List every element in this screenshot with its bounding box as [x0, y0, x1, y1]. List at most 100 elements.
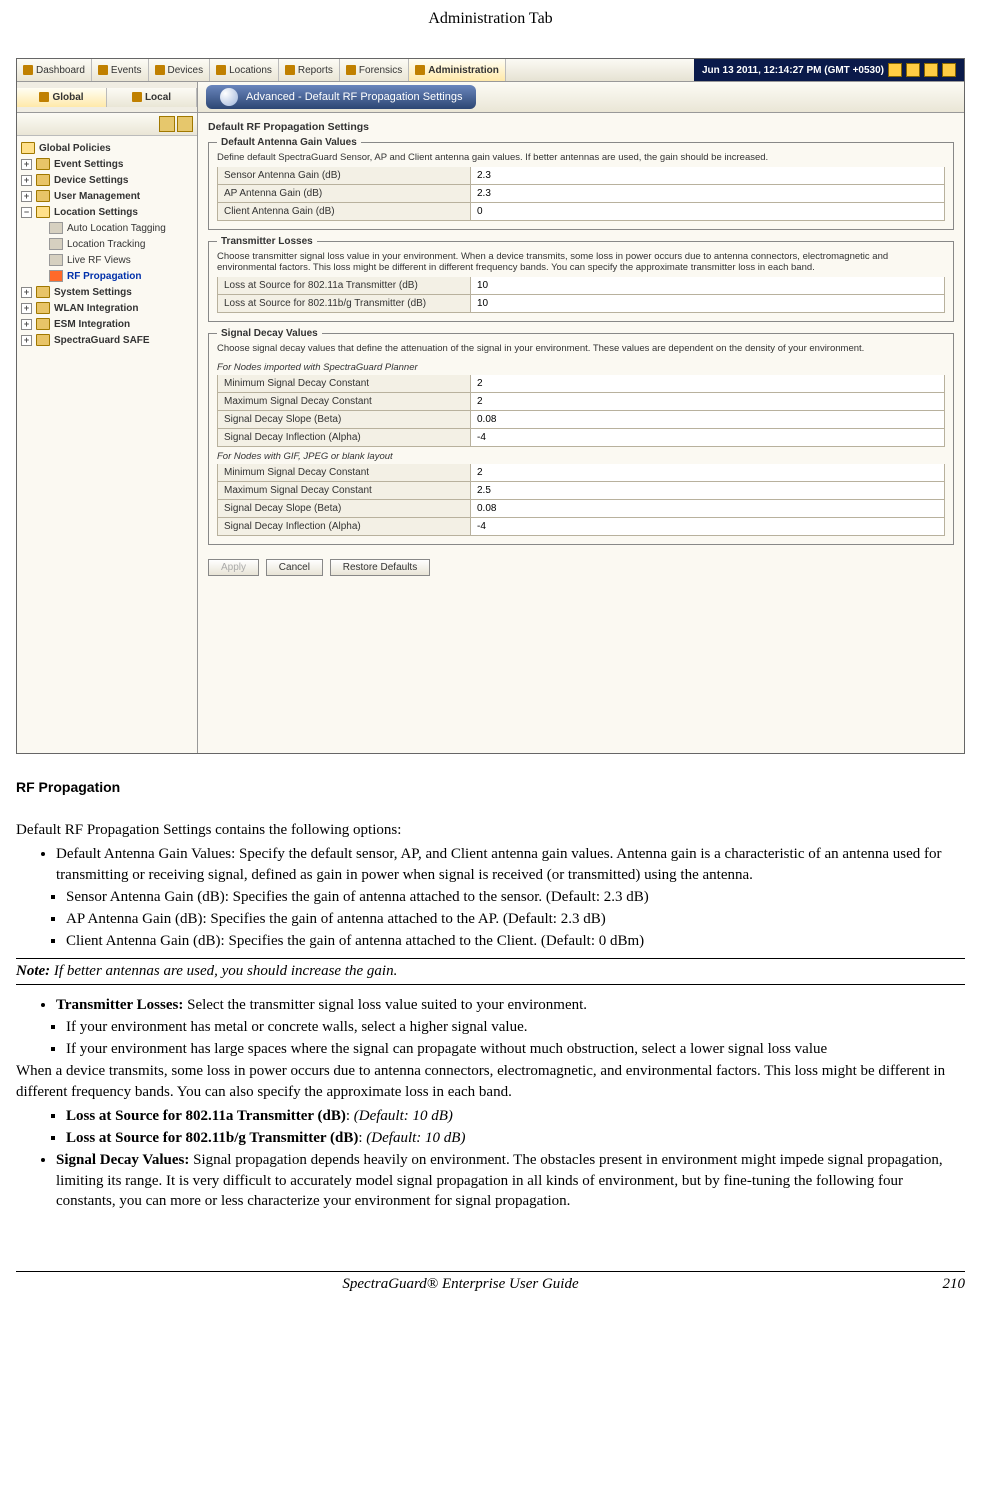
tab-devices[interactable]: Devices — [149, 59, 211, 81]
tree-rf-propagation[interactable]: RF Propagation — [19, 268, 195, 284]
rf-icon — [49, 270, 63, 282]
text: Signal propagation depends heavily on en… — [56, 1152, 943, 1209]
fieldset-legend: Default Antenna Gain Values — [217, 137, 361, 148]
subheading: For Nodes imported with SpectraGuard Pla… — [217, 358, 945, 375]
tab-label: Dashboard — [36, 65, 85, 76]
tree-location-tracking[interactable]: Location Tracking — [19, 236, 195, 252]
tab-events[interactable]: Events — [92, 59, 149, 81]
scope-local[interactable]: Local — [107, 88, 197, 107]
tree-spectraguard-safe[interactable]: + SpectraGuard SAFE — [19, 332, 195, 348]
loss-80211bg-input[interactable] — [471, 295, 944, 312]
fieldset-desc: Choose signal decay values that define t… — [217, 343, 945, 358]
page-footer: SpectraGuard® Enterprise User Guide 210 — [16, 1271, 965, 1293]
cancel-button[interactable]: Cancel — [266, 559, 323, 576]
list-item: Transmitter Losses: Select the transmitt… — [56, 995, 965, 1015]
tree-label: Auto Location Tagging — [67, 223, 166, 234]
field-label: Maximum Signal Decay Constant — [218, 393, 471, 410]
field-label: Maximum Signal Decay Constant — [218, 482, 471, 499]
client-antenna-gain-input[interactable] — [471, 203, 944, 220]
collapse-icon[interactable]: − — [21, 207, 32, 218]
expand-icon[interactable]: + — [21, 175, 32, 186]
transmitter-losses-fieldset: Transmitter Losses Choose transmitter si… — [208, 236, 954, 322]
max-decay-input-2[interactable] — [471, 482, 944, 499]
maximize-icon[interactable] — [942, 63, 956, 77]
decay-inflection-input[interactable] — [471, 429, 944, 446]
form-row: Minimum Signal Decay Constant — [217, 464, 945, 482]
note-block: Note: If better antennas are used, you s… — [16, 958, 965, 985]
expand-icon[interactable]: + — [21, 287, 32, 298]
tool-icon[interactable] — [159, 116, 175, 132]
footer-page-number: 210 — [905, 1276, 965, 1293]
max-decay-input[interactable] — [471, 393, 944, 410]
refresh-icon[interactable] — [888, 63, 902, 77]
expand-icon[interactable]: + — [21, 159, 32, 170]
field-label: Loss at Source for 802.11b/g Transmitter… — [218, 295, 471, 312]
dashboard-icon — [23, 65, 33, 75]
sensor-antenna-gain-input[interactable] — [471, 167, 944, 184]
expand-icon[interactable]: + — [21, 191, 32, 202]
tree-label: Live RF Views — [67, 255, 131, 266]
tree-root[interactable]: Global Policies — [19, 140, 195, 156]
apply-button: Apply — [208, 559, 259, 576]
decay-slope-input-2[interactable] — [471, 500, 944, 517]
ap-antenna-gain-input[interactable] — [471, 185, 944, 202]
datetime-text: Jun 13 2011, 12:14:27 PM (GMT +0530) — [702, 65, 884, 76]
tree-system-settings[interactable]: + System Settings — [19, 284, 195, 300]
text: Select the transmitter signal loss value… — [183, 997, 587, 1013]
list-item: Default Antenna Gain Values: Specify the… — [56, 844, 965, 885]
tab-label: Forensics — [359, 65, 402, 76]
expand-icon[interactable]: + — [21, 303, 32, 314]
folder-icon — [36, 286, 50, 298]
bold-text: Signal Decay Values: — [56, 1152, 189, 1168]
tree-wlan-integration[interactable]: + WLAN Integration — [19, 300, 195, 316]
list-item: Sensor Antenna Gain (dB): Specifies the … — [66, 887, 965, 907]
list-item: Client Antenna Gain (dB): Specifies the … — [66, 931, 965, 951]
help-icon[interactable] — [906, 63, 920, 77]
tab-locations[interactable]: Locations — [210, 59, 279, 81]
bullet-list: Signal Decay Values: Signal propagation … — [56, 1150, 965, 1211]
scope-label: Local — [145, 92, 171, 103]
form-row: Minimum Signal Decay Constant — [217, 375, 945, 393]
sub-bullet-list: If your environment has metal or concret… — [66, 1017, 965, 1060]
figure-caption: RF Propagation — [16, 779, 965, 795]
decay-slope-input[interactable] — [471, 411, 944, 428]
list-item: If your environment has large spaces whe… — [66, 1039, 965, 1059]
fieldset-desc: Choose transmitter signal loss value in … — [217, 251, 945, 277]
tree-event-settings[interactable]: + Event Settings — [19, 156, 195, 172]
tab-forensics[interactable]: Forensics — [340, 59, 409, 81]
tree-device-settings[interactable]: + Device Settings — [19, 172, 195, 188]
tree-location-settings[interactable]: − Location Settings — [19, 204, 195, 220]
minimize-icon[interactable] — [924, 63, 938, 77]
decay-inflection-input-2[interactable] — [471, 518, 944, 535]
form-row: Signal Decay Inflection (Alpha) — [217, 429, 945, 447]
expand-icon[interactable]: + — [21, 335, 32, 346]
tree-esm-integration[interactable]: + ESM Integration — [19, 316, 195, 332]
min-decay-input-2[interactable] — [471, 464, 944, 481]
form-row: AP Antenna Gain (dB) — [217, 185, 945, 203]
tab-dashboard[interactable]: Dashboard — [17, 59, 92, 81]
tree-auto-location-tagging[interactable]: Auto Location Tagging — [19, 220, 195, 236]
tab-administration[interactable]: Administration — [409, 59, 506, 81]
folder-icon — [36, 206, 50, 218]
bold-text: Loss at Source for 802.11b/g Transmitter… — [66, 1130, 358, 1146]
list-item: If your environment has metal or concret… — [66, 1017, 965, 1037]
field-label: Signal Decay Inflection (Alpha) — [218, 429, 471, 446]
scope-global[interactable]: Global — [17, 88, 107, 107]
tool-icon[interactable] — [177, 116, 193, 132]
loss-80211a-input[interactable] — [471, 277, 944, 294]
tab-reports[interactable]: Reports — [279, 59, 340, 81]
tree-label: Location Tracking — [67, 239, 145, 250]
page-header: Administration Tab — [16, 0, 965, 58]
folder-icon — [36, 190, 50, 202]
tree-live-rf-views[interactable]: Live RF Views — [19, 252, 195, 268]
min-decay-input[interactable] — [471, 375, 944, 392]
tree-label: Location Settings — [54, 207, 138, 218]
button-row: Apply Cancel Restore Defaults — [208, 551, 954, 584]
panel-title: Default RF Propagation Settings — [208, 119, 954, 137]
datetime-display: Jun 13 2011, 12:14:27 PM (GMT +0530) — [694, 59, 964, 81]
tree-user-management[interactable]: + User Management — [19, 188, 195, 204]
restore-defaults-button[interactable]: Restore Defaults — [330, 559, 430, 576]
tab-label: Events — [111, 65, 142, 76]
tree-root-label: Global Policies — [39, 143, 111, 154]
expand-icon[interactable]: + — [21, 319, 32, 330]
